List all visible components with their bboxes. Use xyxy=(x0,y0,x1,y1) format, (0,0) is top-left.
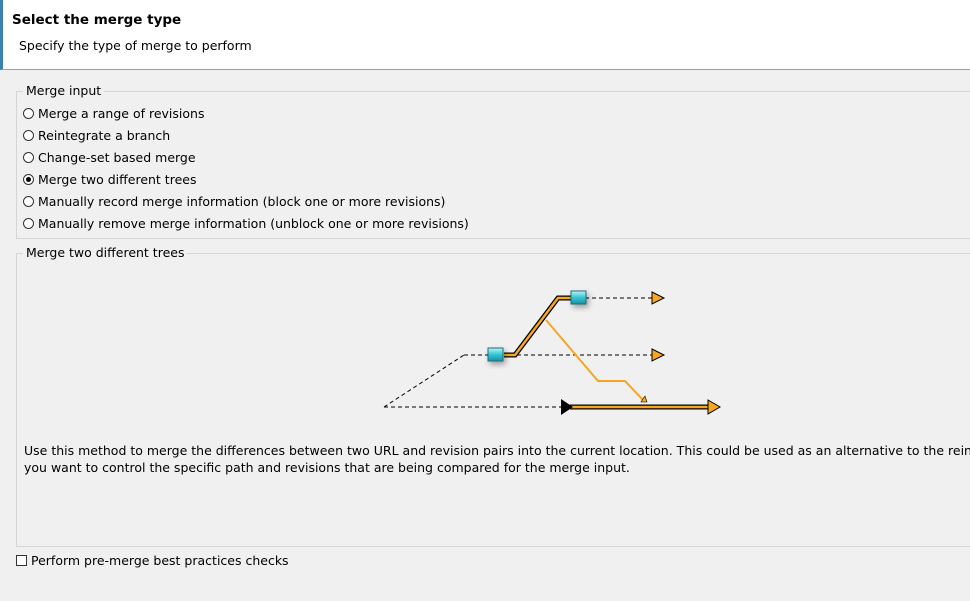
page-title: Select the merge type xyxy=(12,12,182,28)
checkbox[interactable] xyxy=(16,554,27,566)
radio-label: Manually record merge information (block… xyxy=(38,193,446,209)
description-line-1: Use this method to merge the differences… xyxy=(24,443,970,458)
merge-description: Use this method to merge the differences… xyxy=(24,442,970,476)
radio-label: Merge two different trees xyxy=(38,171,197,187)
radio-label: Merge a range of revisions xyxy=(38,105,205,121)
radio-button[interactable] xyxy=(23,195,34,207)
radio-record-merge-info[interactable]: Manually record merge information (block… xyxy=(23,192,445,210)
merge-two-trees-diagram xyxy=(383,290,721,415)
radio-button[interactable] xyxy=(23,173,34,185)
radio-label: Reintegrate a branch xyxy=(38,127,171,143)
radio-label: Change-set based merge xyxy=(38,149,196,165)
premerge-checks-checkbox[interactable]: Perform pre-merge best practices checks xyxy=(16,551,289,569)
merge-path xyxy=(504,295,708,410)
wizard-header: Select the merge type Specify the type o… xyxy=(0,0,970,70)
radio-button[interactable] xyxy=(23,217,34,229)
description-line-2: you want to control the specific path an… xyxy=(24,460,630,475)
radio-button[interactable] xyxy=(23,151,34,163)
merge-input-legend: Merge input xyxy=(23,84,105,98)
merge-details-legend: Merge two different trees xyxy=(23,246,188,260)
page-subtitle: Specify the type of merge to perform xyxy=(19,38,252,53)
radio-changeset-merge[interactable]: Change-set based merge xyxy=(23,148,196,166)
radio-merge-range[interactable]: Merge a range of revisions xyxy=(23,104,204,122)
checkbox-label: Perform pre-merge best practices checks xyxy=(31,552,289,568)
radio-remove-merge-info[interactable]: Manually remove merge information (unblo… xyxy=(23,214,469,232)
radio-reintegrate-branch[interactable]: Reintegrate a branch xyxy=(23,126,170,144)
radio-merge-two-trees[interactable]: Merge two different trees xyxy=(23,170,196,188)
radio-button[interactable] xyxy=(23,107,34,119)
radio-label: Manually remove merge information (unblo… xyxy=(38,215,469,231)
radio-button[interactable] xyxy=(23,129,34,141)
